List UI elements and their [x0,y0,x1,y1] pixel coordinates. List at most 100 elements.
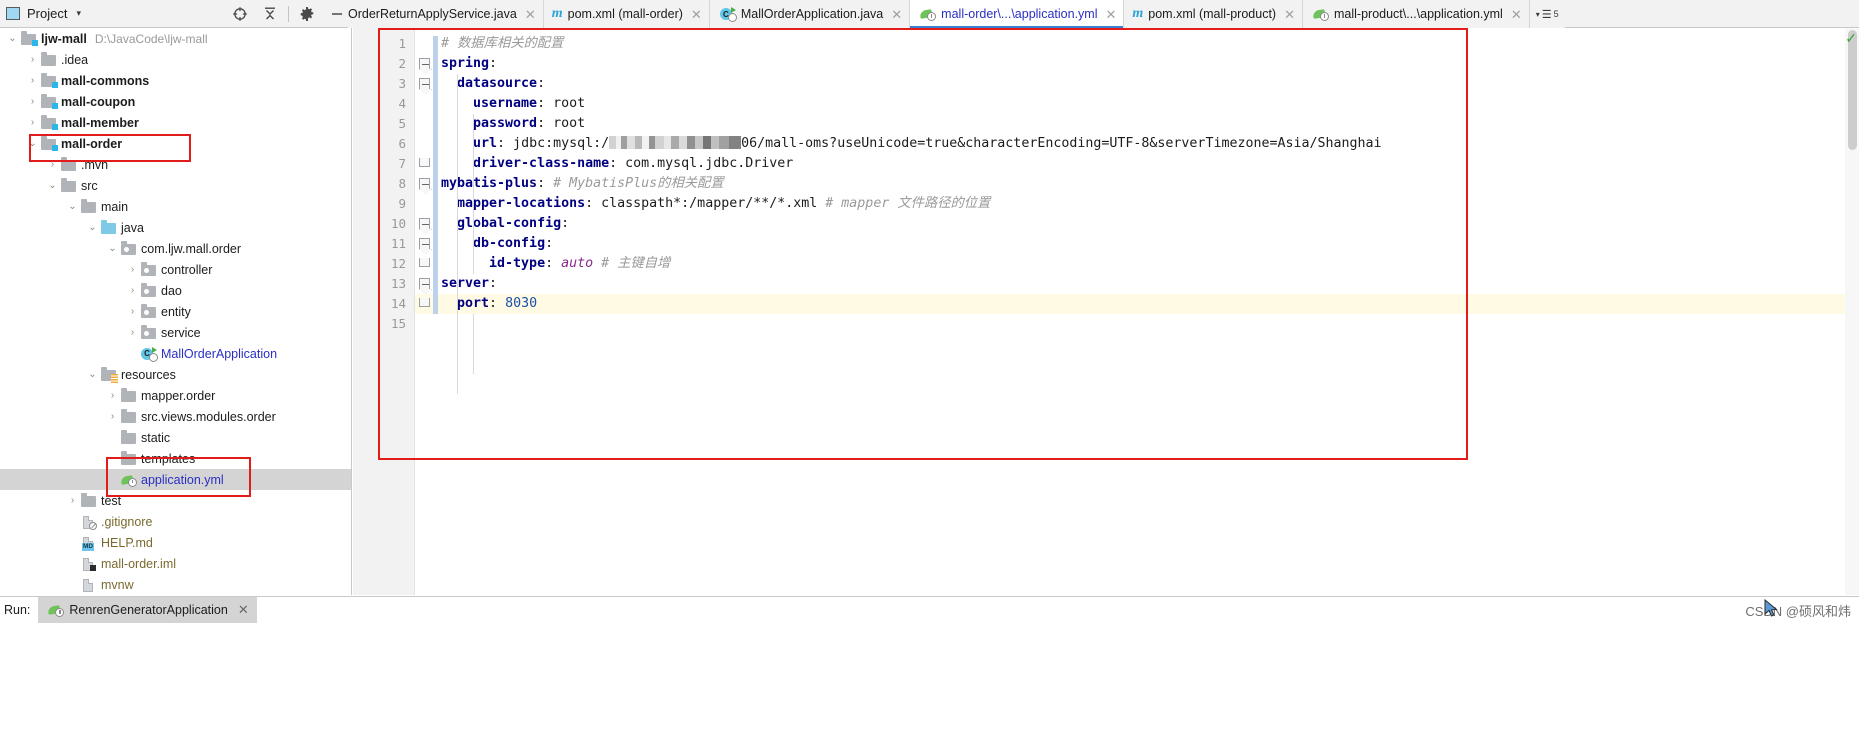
tree-item-dao[interactable]: › dao [0,280,351,301]
editor-tab-1[interactable]: m pom.xml (mall-order) ✕ [543,0,710,28]
close-icon[interactable]: ✕ [891,8,902,21]
tree-expand-arrow[interactable]: › [106,432,119,443]
tab-overflow-button[interactable]: ▾ ☰ 5 [1529,0,1565,28]
tree-item-static[interactable]: › static [0,427,351,448]
tree-item-com-ljw-mall-order[interactable]: ⌄ com.ljw.mall.order [0,238,351,259]
tree-item-gitignore[interactable]: › .gitignore [0,511,351,532]
editor-tab-4[interactable]: m pom.xml (mall-product) ✕ [1124,0,1303,28]
tree-item-src-views-modules-order[interactable]: › src.views.modules.order [0,406,351,427]
tree-expand-arrow[interactable]: ⌄ [86,369,99,380]
run-tab-label: RenrenGeneratorApplication [69,603,228,617]
tree-item-service[interactable]: › service [0,322,351,343]
tree-item-java[interactable]: ⌄ java [0,217,351,238]
tree-item-label: ljw-mall [41,31,87,46]
close-icon[interactable]: ✕ [691,8,702,21]
tree-item-src[interactable]: ⌄ src [0,175,351,196]
tree-item-mallorderapplication[interactable]: ›CMallOrderApplication [0,343,351,364]
editor-code-area[interactable]: # 数据库相关的配置 spring: datasource: username: … [353,28,1859,595]
tree-expand-arrow[interactable]: › [106,411,119,422]
tree-expand-arrow[interactable]: › [66,579,79,590]
tree-item-mall-member[interactable]: › mall-member [0,112,351,133]
tree-item-mapper-order[interactable]: › mapper.order [0,385,351,406]
settings-button[interactable] [292,0,322,28]
tree-expand-arrow[interactable]: › [66,537,79,548]
mouse-cursor-icon [1764,599,1778,617]
code-fold-end-marker[interactable] [416,254,432,274]
tree-item-mall-commons[interactable]: › mall-commons [0,70,351,91]
tree-expand-arrow[interactable]: › [126,306,139,317]
editor-tab-0[interactable]: OrderReturnApplyService.java ✕ [348,0,544,28]
chevron-down-icon[interactable]: ▾ [76,8,81,19]
tree-item-ljw-mall[interactable]: ⌄ ljw-mall D:\JavaCode\ljw-mall [0,28,351,49]
editor-tab-5[interactable]: mall-product\...\application.yml ✕ [1303,0,1530,28]
tree-item-mvnw[interactable]: › mvnw [0,574,351,595]
collapse-all-button[interactable] [255,0,285,28]
tree-expand-arrow[interactable]: ⌄ [106,243,119,254]
close-icon[interactable]: ✕ [238,602,249,618]
code-fold-toggle[interactable] [416,234,432,254]
tree-expand-arrow[interactable]: ⌄ [6,33,19,44]
maven-icon: m [551,6,563,21]
code-token: : [545,236,554,251]
tree-item-mall-order[interactable]: ⌄ mall-order [0,133,351,154]
code-fold-toggle[interactable] [416,174,432,194]
tree-expand-arrow[interactable]: › [126,327,139,338]
select-opened-file-button[interactable] [225,0,255,28]
close-icon[interactable]: ✕ [1284,8,1295,21]
tree-item-templates[interactable]: › templates [0,448,351,469]
tree-expand-arrow[interactable]: ⌄ [66,201,79,212]
tree-expand-arrow[interactable]: › [26,96,39,107]
tree-expand-arrow[interactable]: ⌄ [86,222,99,233]
project-tree[interactable]: ⌄ ljw-mall D:\JavaCode\ljw-mall › .idea › mall… [0,28,352,595]
code-fold-toggle[interactable] [416,74,432,94]
tree-expand-arrow[interactable]: › [126,348,139,359]
tree-item-application-yml[interactable]: › application.yml [0,469,351,490]
run-configuration-tab[interactable]: RenrenGeneratorApplication ✕ [38,597,257,623]
tree-expand-arrow[interactable]: ⌄ [26,138,39,149]
tree-item-entity[interactable]: › entity [0,301,351,322]
tree-item-main[interactable]: ⌄ main [0,196,351,217]
tree-expand-arrow[interactable]: › [66,495,79,506]
close-icon[interactable]: ✕ [525,8,536,21]
tree-item-resources[interactable]: ⌄ resources [0,364,351,385]
tree-item-idea[interactable]: › .idea [0,49,351,70]
iml-file-icon [81,556,97,572]
close-icon[interactable]: ✕ [1105,8,1116,21]
tree-expand-arrow[interactable]: › [46,159,59,170]
tree-item-help-md[interactable]: ›MD HELP.md [0,532,351,553]
tree-expand-arrow[interactable]: › [26,54,39,65]
tree-expand-arrow[interactable]: ⌄ [46,180,59,191]
code-fold-end-marker[interactable] [416,294,432,314]
tree-item-mvn[interactable]: › .mvn [0,154,351,175]
tree-expand-arrow[interactable]: › [106,474,119,485]
code-fold-toggle[interactable] [416,54,432,74]
close-icon[interactable]: ✕ [1511,8,1522,21]
tree-item-mall-order-iml[interactable]: › mall-order.iml [0,553,351,574]
project-tool-window-header[interactable]: Project ▾ [0,0,352,28]
code-editor[interactable]: 1 2 3 4 5 6 7 8 9 10 11 12 13 14 15 # 数据库相关的配置 spring: … [353,28,1859,595]
tree-expand-arrow[interactable]: › [106,453,119,464]
tree-item-label: .mvn [81,157,109,172]
editor-scrollbar-thumb[interactable] [1848,30,1857,150]
indent-guide [473,114,474,274]
tree-expand-arrow[interactable]: › [106,390,119,401]
tree-expand-arrow[interactable]: › [66,558,79,569]
tree-expand-arrow[interactable]: › [26,117,39,128]
editor-scrollbar-track[interactable] [1845,28,1859,595]
tree-expand-arrow[interactable]: › [126,285,139,296]
tree-expand-arrow[interactable]: › [26,75,39,86]
tree-item-test[interactable]: › test [0,490,351,511]
tree-item-mall-coupon[interactable]: › mall-coupon [0,91,351,112]
spring-boot-class-icon: C [719,6,737,22]
file-icon [81,577,97,593]
tree-expand-arrow[interactable]: › [126,264,139,275]
code-fold-end-marker[interactable] [416,154,432,174]
inspection-ok-check-icon[interactable]: ✓ [1845,30,1857,47]
run-tool-window-header: Run: RenrenGeneratorApplication ✕ [0,597,257,623]
editor-tab-2[interactable]: C MallOrderApplication.java ✕ [709,0,911,28]
code-fold-toggle[interactable] [416,274,432,294]
tree-item-controller[interactable]: › controller [0,259,351,280]
code-fold-toggle[interactable] [416,214,432,234]
tree-expand-arrow[interactable]: › [66,516,79,527]
editor-tab-3[interactable]: mall-order\...\application.yml ✕ [910,0,1125,28]
